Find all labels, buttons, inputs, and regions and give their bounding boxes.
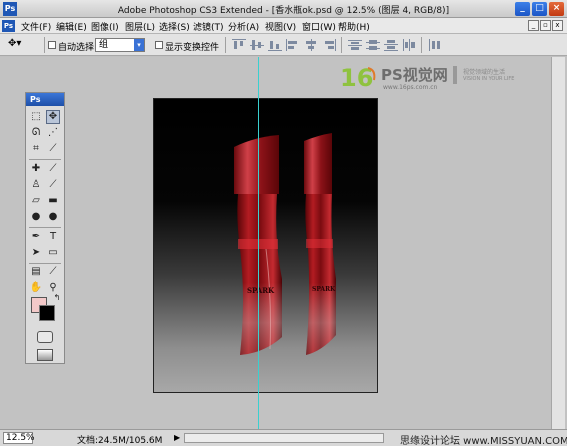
swap-colors-icon[interactable]: ↰ [52, 293, 62, 303]
gradient-tool-icon[interactable]: ▬ [46, 194, 60, 208]
watermark-tagline-cn: 视觉领域的生活 [463, 69, 506, 76]
status-menu-arrow-icon[interactable]: ▶ [174, 433, 180, 442]
dodge-tool-icon[interactable]: ● [46, 210, 60, 224]
distribute-vertical-center-icon[interactable] [366, 39, 380, 51]
align-horizontal-center-icon[interactable] [304, 39, 318, 51]
menu-help[interactable]: 帮助(H) [338, 20, 370, 33]
healing-brush-tool-icon[interactable]: ✚ [29, 162, 43, 176]
options-divider [44, 37, 45, 53]
distribute-left-icon[interactable] [402, 39, 416, 51]
menu-edit[interactable]: 编辑(E) [56, 20, 87, 33]
menu-select[interactable]: 选择(S) [159, 20, 190, 33]
title-bar: Ps Adobe Photoshop CS3 Extended - [香水瓶ok… [0, 0, 567, 18]
canvas-artwork: SPARK SPARK [234, 133, 336, 355]
menu-view[interactable]: 视图(V) [265, 20, 296, 33]
move-tool-icon: ✥▾ [8, 38, 22, 49]
menu-analysis[interactable]: 分析(A) [228, 20, 259, 33]
crop-tool-icon[interactable]: ⌗ [29, 142, 43, 156]
menu-filter[interactable]: 滤镜(T) [193, 20, 224, 33]
align-bottom-icon[interactable] [268, 39, 282, 51]
16ps-logo-icon: 16 [340, 64, 376, 92]
auto-select-label: 自动选择: [58, 43, 98, 53]
options-divider [421, 37, 422, 53]
chevron-down-icon: ▾ [134, 39, 144, 51]
magic-wand-tool-icon[interactable]: ⋰ [46, 126, 60, 140]
horizontal-scrollbar[interactable] [184, 433, 384, 443]
marquee-tool-icon[interactable]: ⬚ [29, 110, 43, 124]
distribute-bottom-icon[interactable] [384, 39, 398, 51]
path-selection-tool-icon[interactable]: ➤ [29, 246, 43, 260]
blur-tool-icon[interactable]: ● [29, 210, 43, 224]
document-canvas[interactable]: SPARK SPARK [153, 98, 378, 393]
lasso-tool-icon[interactable]: ᘏ [29, 126, 43, 140]
options-bar: ✥▾ 自动选择: 组 ▾ 显示变换控件 [0, 34, 567, 56]
menu-layer[interactable]: 图层(L) [125, 20, 155, 33]
brush-tool-icon[interactable]: ⟋ [46, 162, 60, 176]
eraser-tool-icon[interactable]: ▱ [29, 194, 43, 208]
align-top-icon[interactable] [232, 39, 246, 51]
tools-divider [29, 159, 61, 160]
doc-minimize-icon[interactable]: _ [528, 20, 539, 31]
move-tool-icon[interactable]: ✥ [46, 110, 60, 124]
watermark-url: www.16ps.com.cn [383, 84, 438, 91]
menu-window[interactable]: 窗口(W) [302, 20, 336, 33]
document-size-info[interactable]: 文档:24.5M/105.6M [77, 433, 162, 446]
perfume-bottle-back: SPARK [304, 133, 336, 355]
slice-tool-icon[interactable]: ⟋ [46, 142, 60, 156]
pen-tool-icon[interactable]: ✒ [29, 230, 43, 244]
notes-tool-icon[interactable]: ▤ [29, 265, 43, 279]
site-watermark: 思缘设计论坛 www.MISSYUAN.COM [400, 436, 567, 446]
show-transform-label: 显示变换控件 [165, 43, 220, 53]
show-transform-checkbox[interactable] [155, 41, 163, 49]
menu-file[interactable]: 文件(F) [21, 20, 51, 33]
auto-select-dropdown[interactable]: 组 ▾ [95, 38, 145, 52]
tools-divider [29, 227, 61, 228]
shape-tool-icon[interactable]: ▭ [46, 246, 60, 260]
clone-stamp-tool-icon[interactable]: ♙ [29, 178, 43, 192]
watermark-brand: PS视觉网 [381, 66, 448, 84]
tools-divider [29, 263, 61, 264]
status-bar: 12.5% 文档:24.5M/105.6M ▶ 思缘设计论坛 www.MISSY… [0, 429, 567, 446]
watermark-tagline-en: VISION IN YOUR LIFE [463, 76, 515, 82]
window-title: Adobe Photoshop CS3 Extended - [香水瓶ok.ps… [117, 6, 450, 16]
menu-bar: Ps 文件(F) 编辑(E) 图像(I) 图层(L) 选择(S) 滤镜(T) 分… [0, 18, 567, 34]
background-color-swatch[interactable] [39, 305, 55, 321]
type-tool-icon[interactable]: T [46, 230, 60, 244]
doc-restore-icon[interactable]: ▫ [540, 20, 551, 31]
hand-tool-icon[interactable]: ✋ [29, 281, 43, 295]
document-icon[interactable]: Ps [2, 20, 15, 32]
zoom-level-field[interactable]: 12.5% [3, 432, 35, 444]
options-divider [225, 37, 226, 53]
quick-mask-button[interactable] [37, 331, 53, 343]
tools-panel-header[interactable]: Ps [26, 93, 64, 106]
tool-preset-picker[interactable]: ✥▾ [8, 38, 38, 52]
align-right-icon[interactable] [322, 39, 336, 51]
document-window-controls: _ ▫ x [527, 20, 563, 31]
menu-image[interactable]: 图像(I) [91, 20, 119, 33]
options-divider [341, 37, 342, 53]
watermark-divider [453, 66, 457, 84]
screen-mode-button[interactable] [37, 349, 53, 361]
close-button[interactable]: × [549, 2, 564, 16]
maximize-button[interactable]: □ [532, 2, 547, 16]
minimize-button[interactable]: _ [515, 2, 530, 16]
bottle-label: SPARK [247, 286, 275, 295]
doc-close-icon[interactable]: x [552, 20, 563, 31]
auto-align-layers-icon[interactable] [428, 39, 442, 51]
tools-panel: Ps ⬚ ✥ ᘏ ⋰ ⌗ ⟋ ✚ ⟋ ♙ ⟋ ▱ ▬ ● ● ✒ T ➤ ▭ ▤… [25, 92, 65, 364]
align-vertical-center-icon[interactable] [250, 39, 264, 51]
bottle-label-2: SPARK [312, 286, 336, 293]
history-brush-tool-icon[interactable]: ⟋ [46, 178, 60, 192]
vertical-guide-line[interactable] [258, 57, 259, 429]
eyedropper-tool-icon[interactable]: ⟋ [46, 265, 60, 279]
auto-select-value: 组 [99, 40, 109, 50]
vertical-scrollbar[interactable] [551, 57, 565, 429]
auto-select-checkbox[interactable] [48, 41, 56, 49]
align-left-icon[interactable] [286, 39, 300, 51]
distribute-top-icon[interactable] [348, 39, 362, 51]
